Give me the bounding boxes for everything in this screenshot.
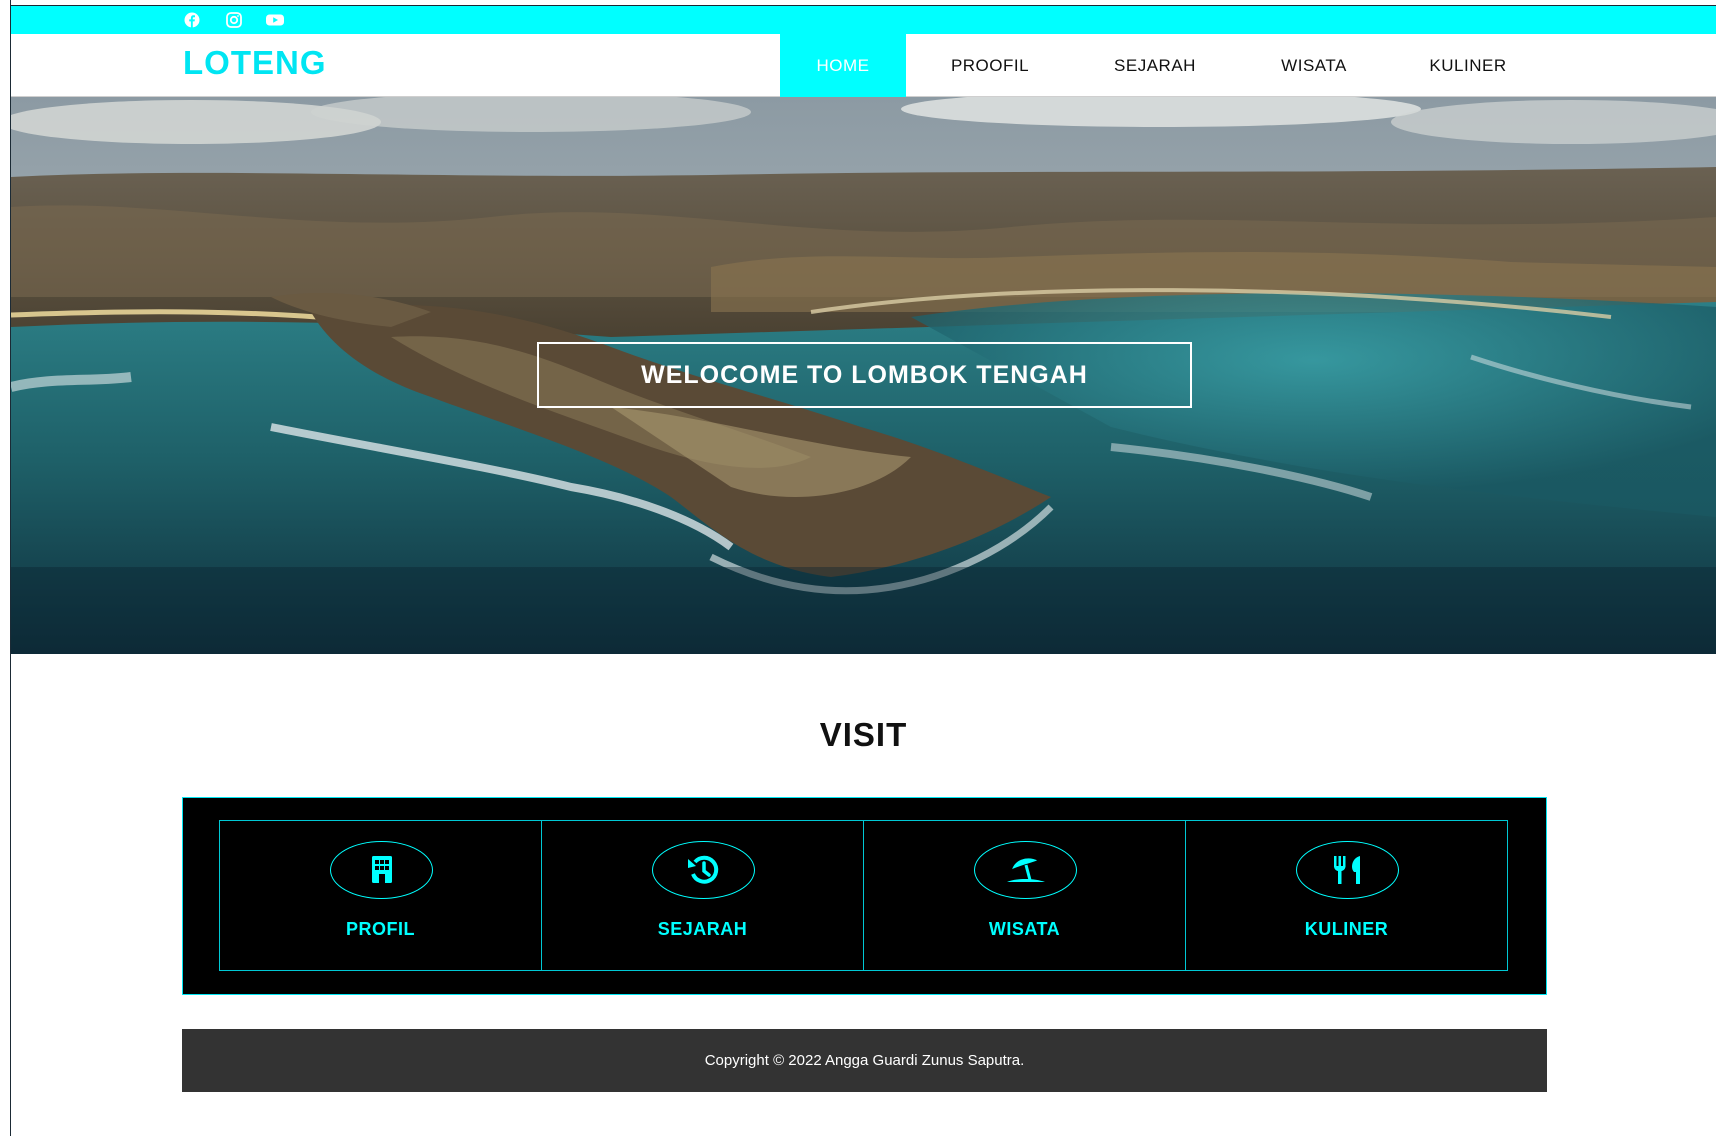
nav-wisata[interactable]: WISATA (1236, 34, 1392, 97)
facebook-icon[interactable] (182, 12, 202, 28)
page: LOTENG HOME PROOFIL SEJARAH WISATA KULIN… (0, 0, 1716, 1136)
site-footer: Copyright © 2022 Angga Guardi Zunus Sapu… (182, 1029, 1547, 1092)
site-logo[interactable]: LOTENG (183, 44, 327, 82)
copyright-text: Copyright © 2022 Angga Guardi Zunus Sapu… (704, 1052, 1025, 1069)
icon-circle (1296, 841, 1399, 899)
nav-kuliner[interactable]: KULINER (1392, 34, 1544, 97)
icon-circle (974, 841, 1077, 899)
instagram-icon[interactable] (224, 12, 244, 28)
main-nav: HOME PROOFIL SEJARAH WISATA KULINER (780, 34, 1544, 97)
hero-heading: WELOCOME TO LOMBOK TENGAH (537, 342, 1192, 408)
nav-sejarah[interactable]: SEJARAH (1074, 34, 1236, 97)
visit-cards: PROFIL SEJARAH WISATA KULINER (219, 820, 1511, 971)
visit-card-wisata[interactable]: WISATA (863, 820, 1186, 971)
social-bar (11, 5, 1716, 34)
site-header: LOTENG HOME PROOFIL SEJARAH WISATA KULIN… (11, 34, 1716, 97)
beach-umbrella-icon (1006, 858, 1045, 882)
visit-panel: PROFIL SEJARAH WISATA KULINER (182, 797, 1547, 995)
window-top-edge (0, 0, 1716, 5)
visit-card-profil[interactable]: PROFIL (219, 820, 542, 971)
card-label: KULINER (1304, 919, 1389, 939)
history-icon (687, 855, 718, 884)
icon-circle (330, 841, 433, 899)
building-icon (371, 856, 392, 883)
card-label: PROFIL (346, 919, 415, 939)
visit-card-sejarah[interactable]: SEJARAH (541, 820, 864, 971)
card-label: SEJARAH (657, 919, 748, 939)
hero-banner: WELOCOME TO LOMBOK TENGAH (11, 97, 1716, 654)
nav-proofil[interactable]: PROOFIL (906, 34, 1074, 97)
visit-card-kuliner[interactable]: KULINER (1185, 820, 1508, 971)
window-left-edge (0, 0, 11, 1136)
nav-home[interactable]: HOME (780, 34, 906, 97)
youtube-icon[interactable] (265, 12, 285, 28)
icon-circle (652, 841, 755, 899)
utensils-icon (1333, 856, 1360, 884)
visit-title: VISIT (819, 716, 908, 753)
card-label: WISATA (988, 919, 1061, 939)
